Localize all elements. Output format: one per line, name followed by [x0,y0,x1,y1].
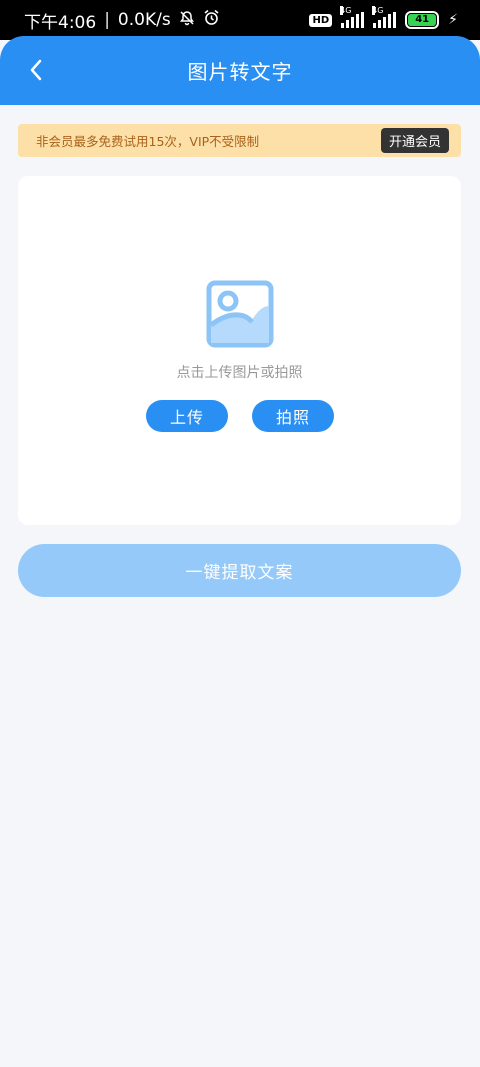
signal-icon-2: 4G [372,6,397,28]
signal2-label: 4G [372,6,384,15]
open-membership-button[interactable]: 开通会员 [380,128,449,153]
charging-icon: ⚡ [448,12,458,28]
status-bar: 下午4:06 | 0.0K/s HD 4G 4G 41 ⚡ [0,0,480,40]
vip-banner-text: 非会员最多免费试用15次，VIP不受限制 [36,134,260,149]
vip-banner: 非会员最多免费试用15次，VIP不受限制 开通会员 [18,124,461,157]
signal1-label: 4G [340,6,352,15]
upload-hint: 点击上传图片或拍照 [176,365,303,381]
header: 图片转文字 [0,36,480,105]
status-net-speed: 0.0K/s [117,10,171,30]
status-separator: | [104,10,110,30]
alarm-icon [203,9,220,31]
hd-badge: HD [309,13,333,27]
extract-text-button[interactable]: 一键提取文案 [18,544,461,597]
take-photo-button[interactable]: 拍照 [252,400,334,432]
upload-button[interactable]: 上传 [146,400,228,432]
signal-icon: 4G [340,6,365,28]
status-icons: HD 4G 4G 41 ⚡ [309,6,458,29]
image-placeholder-icon [206,280,274,348]
battery-icon: 41 [405,11,440,29]
mute-icon [179,10,195,31]
status-time: 下午4:06 [24,12,97,33]
battery-level: 41 [408,14,437,26]
upload-card[interactable]: 点击上传图片或拍照 上传 拍照 [18,176,461,525]
status-left: 下午4:06 | 0.0K/s [24,8,220,33]
screen: 下午4:06 | 0.0K/s HD 4G 4G 41 ⚡ 图片转文字 非会员最… [0,0,480,1067]
page-title: 图片转文字 [187,60,293,84]
